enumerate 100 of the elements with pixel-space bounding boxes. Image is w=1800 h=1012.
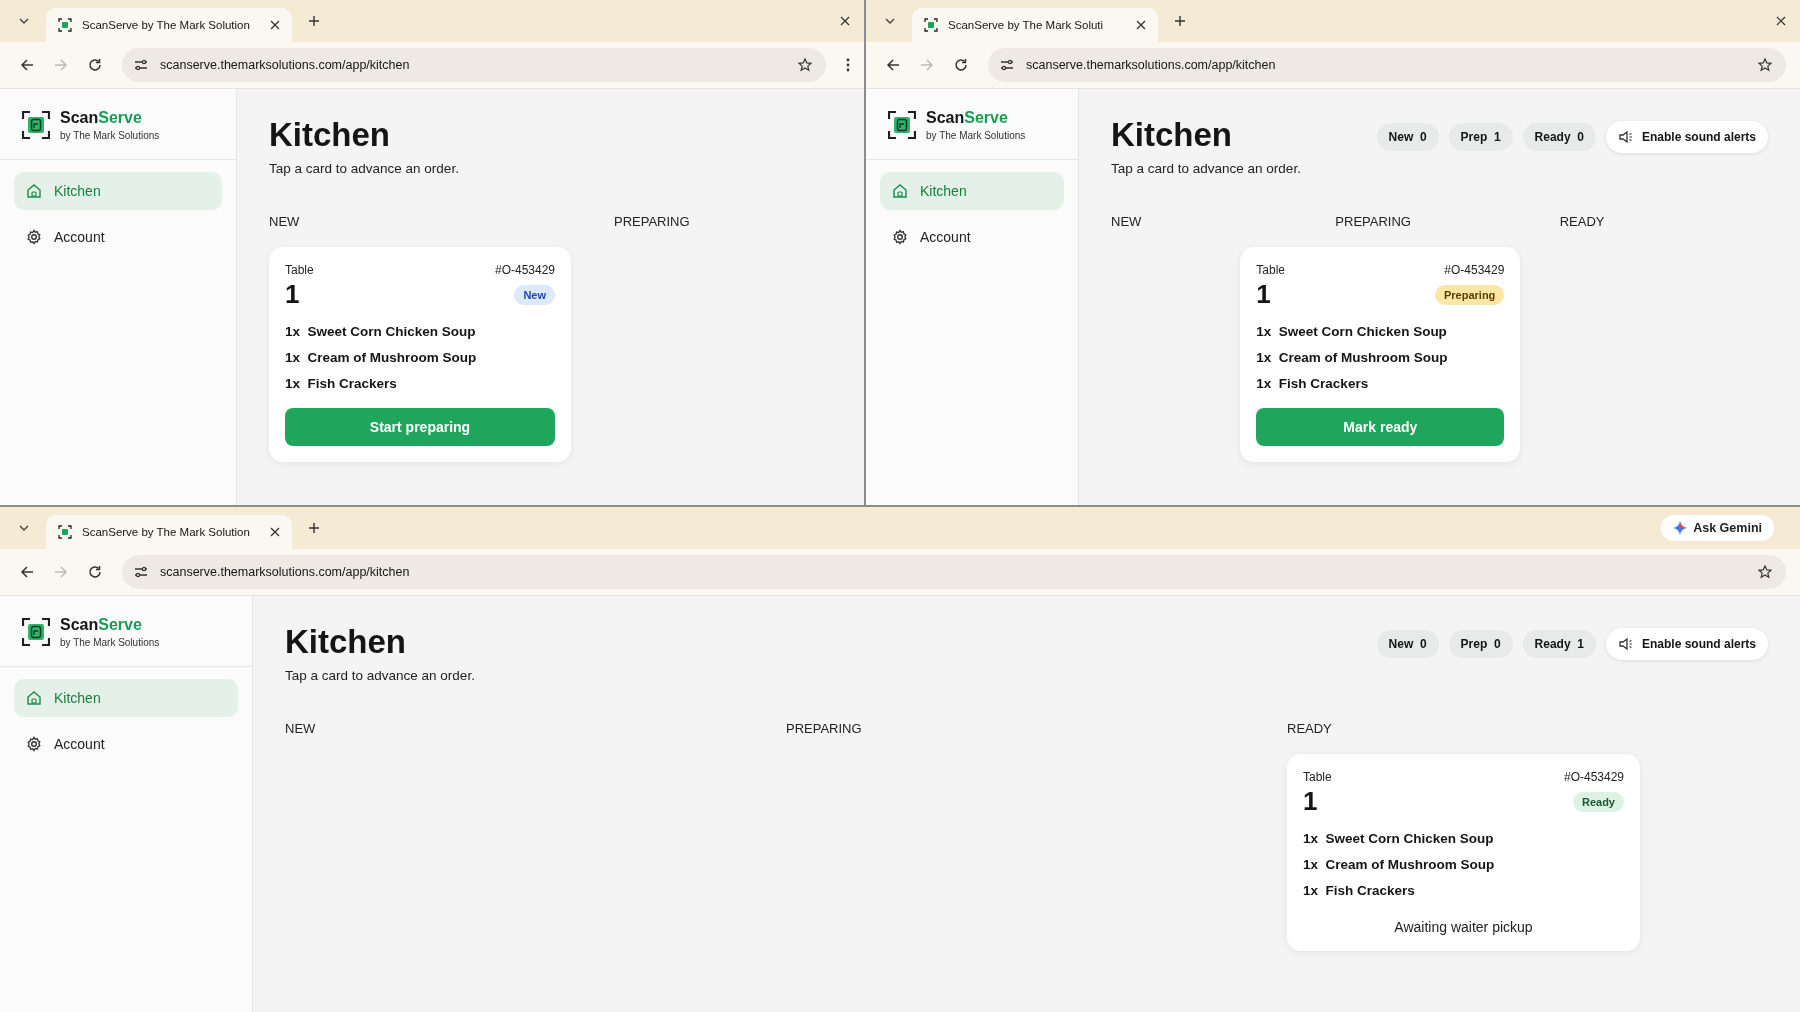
count-chip: New 0 — [1376, 123, 1439, 151]
close-window-icon[interactable] — [1776, 16, 1786, 26]
column-heading: READY — [1559, 214, 1606, 229]
page-title: Kitchen — [269, 115, 391, 155]
nav-item[interactable]: Account — [14, 218, 222, 256]
close-window-icon[interactable] — [840, 16, 850, 26]
new-tab-icon[interactable] — [308, 15, 320, 27]
order-id: #O-453429 — [494, 263, 555, 277]
address-field[interactable]: scanserve.themarksolutions.com/app/kitchen — [988, 48, 1786, 82]
home-icon — [892, 183, 908, 199]
browser-tab[interactable]: ScanServe by The Mark Soluti — [912, 8, 1158, 42]
sound-alerts-button[interactable]: Enable sound alerts — [1605, 121, 1768, 153]
site-settings-icon[interactable] — [134, 58, 148, 72]
brand-name: ScanServe — [60, 109, 143, 127]
page-subtitle: Tap a card to advance an order. — [285, 668, 475, 683]
count-chip: Prep 0 — [1448, 630, 1513, 658]
star-icon[interactable] — [1758, 58, 1772, 72]
speaker-icon — [1617, 129, 1634, 145]
browser-tab[interactable]: ScanServe by The Mark Solution — [46, 515, 292, 549]
logo-icon — [22, 111, 50, 139]
order-id: #O-453429 — [1444, 263, 1505, 277]
order-item: 1x Cream of Mushroom Soup — [1303, 857, 1496, 873]
settings-icon — [26, 736, 42, 752]
ask-gemini-button[interactable]: Ask Gemini — [1661, 515, 1774, 541]
column-heading: NEW — [269, 214, 301, 229]
order-item: 1x Fish Crackers — [285, 376, 398, 392]
page-title: Kitchen — [285, 622, 407, 662]
count-chip: Ready 1 — [1522, 630, 1596, 658]
logo-icon — [888, 111, 916, 139]
brand-name: ScanServe — [926, 109, 1009, 127]
reload-icon[interactable] — [88, 58, 102, 72]
brand-byline: by The Mark Solutions — [60, 130, 160, 141]
favicon-icon — [924, 18, 938, 32]
logo-icon — [22, 618, 50, 646]
table-label: Table — [1303, 770, 1332, 784]
back-icon[interactable] — [20, 58, 34, 72]
back-icon[interactable] — [886, 58, 900, 72]
count-chip: Prep 1 — [1448, 123, 1513, 151]
menu-icon[interactable] — [846, 58, 850, 72]
nav-item[interactable]: Account — [880, 218, 1064, 256]
order-item: 1x Fish Crackers — [1303, 883, 1416, 899]
order-card[interactable]: Table #O-453429 1 Preparing 1x Sweet Corn Chicken Soup 1x Cream of Mushroom Soup 1x Fish Crackers Mark ready — [1240, 247, 1521, 462]
order-item: 1x Sweet Corn Chicken Soup — [1303, 831, 1495, 847]
order-item: 1x Cream of Mushroom Soup — [285, 350, 478, 366]
table-number: 1 — [1303, 786, 1318, 817]
home-icon — [26, 690, 42, 706]
new-tab-icon[interactable] — [308, 522, 320, 534]
order-item: 1x Fish Crackers — [1256, 376, 1370, 392]
nav-item[interactable]: Kitchen — [14, 679, 238, 717]
site-settings-icon[interactable] — [1000, 58, 1014, 72]
status-badge: Preparing — [1434, 284, 1505, 305]
order-item: 1x Cream of Mushroom Soup — [1256, 350, 1449, 366]
home-icon — [26, 183, 42, 199]
page-subtitle: Tap a card to advance an order. — [1111, 161, 1301, 176]
column-heading: PREPARING — [614, 214, 691, 229]
table-number: 1 — [285, 279, 300, 310]
back-icon[interactable] — [20, 565, 34, 579]
order-item: 1x Sweet Corn Chicken Soup — [285, 324, 477, 340]
count-chip: New 0 — [1376, 630, 1439, 658]
favicon-icon — [58, 18, 72, 32]
column-heading: NEW — [285, 721, 317, 736]
address-field[interactable]: scanserve.themarksolutions.com/app/kitchen — [122, 555, 1786, 589]
star-icon[interactable] — [798, 58, 812, 72]
count-chip: Ready 0 — [1522, 123, 1596, 151]
new-tab-icon[interactable] — [1174, 15, 1186, 27]
table-label: Table — [285, 263, 314, 277]
page-title: Kitchen — [1111, 115, 1233, 155]
column-heading: PREPARING — [786, 721, 863, 736]
close-tab-icon[interactable] — [1136, 20, 1146, 30]
pickup-note: Awaiting waiter pickup — [1393, 919, 1534, 935]
nav-item[interactable]: Kitchen — [14, 172, 222, 210]
settings-icon — [26, 229, 42, 245]
nav-item[interactable]: Account — [14, 725, 238, 763]
reload-icon[interactable] — [88, 565, 102, 579]
site-settings-icon[interactable] — [134, 565, 148, 579]
status-badge: New — [514, 284, 555, 305]
browser-tab[interactable]: ScanServe by The Mark Solution — [46, 8, 292, 42]
reload-icon[interactable] — [954, 58, 968, 72]
sound-alerts-button[interactable]: Enable sound alerts — [1605, 628, 1768, 660]
sparkle-icon — [1673, 521, 1688, 535]
nav-item[interactable]: Kitchen — [880, 172, 1064, 210]
favicon-icon — [58, 525, 72, 539]
brand-name: ScanServe — [60, 616, 143, 634]
address-field[interactable]: scanserve.themarksolutions.com/app/kitchen — [122, 48, 826, 82]
speaker-icon — [1617, 636, 1634, 652]
order-id: #O-453429 — [1563, 770, 1624, 784]
close-tab-icon[interactable] — [270, 20, 280, 30]
order-card[interactable]: Table #O-453429 1 Ready 1x Sweet Corn Chicken Soup 1x Cream of Mushroom Soup 1x Fish Crackers Awaiting waiter pickup — [1287, 754, 1640, 951]
column-heading: READY — [1287, 721, 1333, 736]
brand-byline: by The Mark Solutions — [60, 637, 160, 648]
page-subtitle: Tap a card to advance an order. — [269, 161, 459, 176]
column-heading: NEW — [1111, 214, 1143, 229]
order-item: 1x Sweet Corn Chicken Soup — [1256, 324, 1448, 340]
column-heading: PREPARING — [1335, 214, 1412, 229]
table-label: Table — [1256, 263, 1285, 277]
settings-icon — [892, 229, 908, 245]
status-badge: Ready — [1572, 791, 1624, 812]
star-icon[interactable] — [1758, 565, 1772, 579]
close-tab-icon[interactable] — [270, 527, 280, 537]
order-card[interactable]: Table #O-453429 1 New 1x Sweet Corn Chicken Soup 1x Cream of Mushroom Soup 1x Fish Crackers Start preparing — [269, 247, 571, 462]
